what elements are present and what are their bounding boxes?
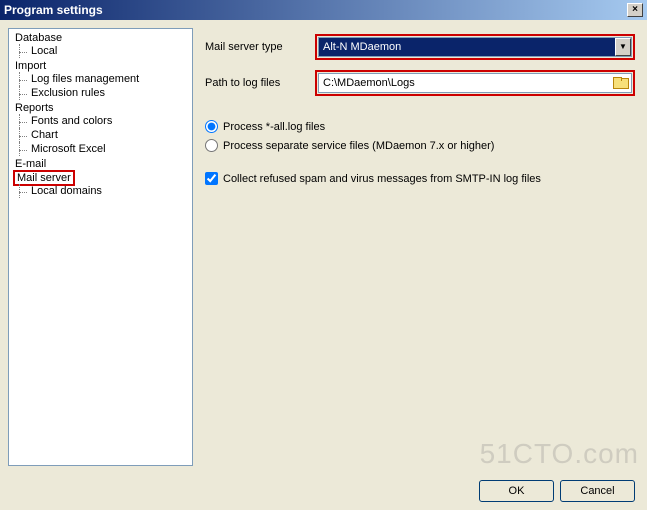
checkbox-collect[interactable] — [205, 172, 218, 185]
ok-button[interactable]: OK — [479, 480, 554, 502]
tree-database[interactable]: Database — [13, 32, 64, 44]
folder-icon[interactable] — [613, 77, 627, 89]
tree-import-exclusion[interactable]: Exclusion rules — [29, 87, 107, 99]
tree-import-logmgmt[interactable]: Log files management — [29, 73, 141, 85]
tree-reports[interactable]: Reports — [13, 102, 56, 114]
dialog-body: Database Local Import Log files manageme… — [0, 20, 647, 510]
tree-email[interactable]: E-mail — [13, 158, 48, 170]
tree-import[interactable]: Import — [13, 60, 48, 72]
title-bar: Program settings × — [0, 0, 647, 20]
server-type-value: Alt-N MDaemon — [323, 41, 401, 53]
close-button[interactable]: × — [627, 3, 643, 17]
cancel-button[interactable]: Cancel — [560, 480, 635, 502]
path-label: Path to log files — [205, 77, 315, 89]
path-highlight: C:\MDaemon\Logs — [315, 70, 635, 96]
window-title: Program settings — [4, 0, 103, 20]
settings-panel: Mail server type Alt-N MDaemon ▼ Path to… — [201, 28, 639, 474]
path-value: C:\MDaemon\Logs — [323, 77, 415, 89]
tree-database-local[interactable]: Local — [29, 45, 59, 57]
button-row: OK Cancel — [8, 474, 639, 502]
tree-reports-fonts[interactable]: Fonts and colors — [29, 115, 114, 127]
radio-all-label: Process *-all.log files — [223, 121, 325, 133]
chevron-down-icon[interactable]: ▼ — [615, 38, 631, 56]
radio-separate-label: Process separate service files (MDaemon … — [223, 140, 494, 152]
tree-mailserver-localdomains[interactable]: Local domains — [29, 185, 104, 197]
tree-reports-chart[interactable]: Chart — [29, 129, 60, 141]
tree-reports-excel[interactable]: Microsoft Excel — [29, 143, 108, 155]
checkbox-collect-label: Collect refused spam and virus messages … — [223, 173, 541, 185]
nav-tree[interactable]: Database Local Import Log files manageme… — [8, 28, 193, 466]
server-type-label: Mail server type — [205, 41, 315, 53]
path-input[interactable]: C:\MDaemon\Logs — [318, 73, 632, 93]
server-type-dropdown[interactable]: Alt-N MDaemon ▼ — [318, 37, 632, 57]
radio-separate[interactable] — [205, 139, 218, 152]
server-type-highlight: Alt-N MDaemon ▼ — [315, 34, 635, 60]
radio-all-log[interactable] — [205, 120, 218, 133]
